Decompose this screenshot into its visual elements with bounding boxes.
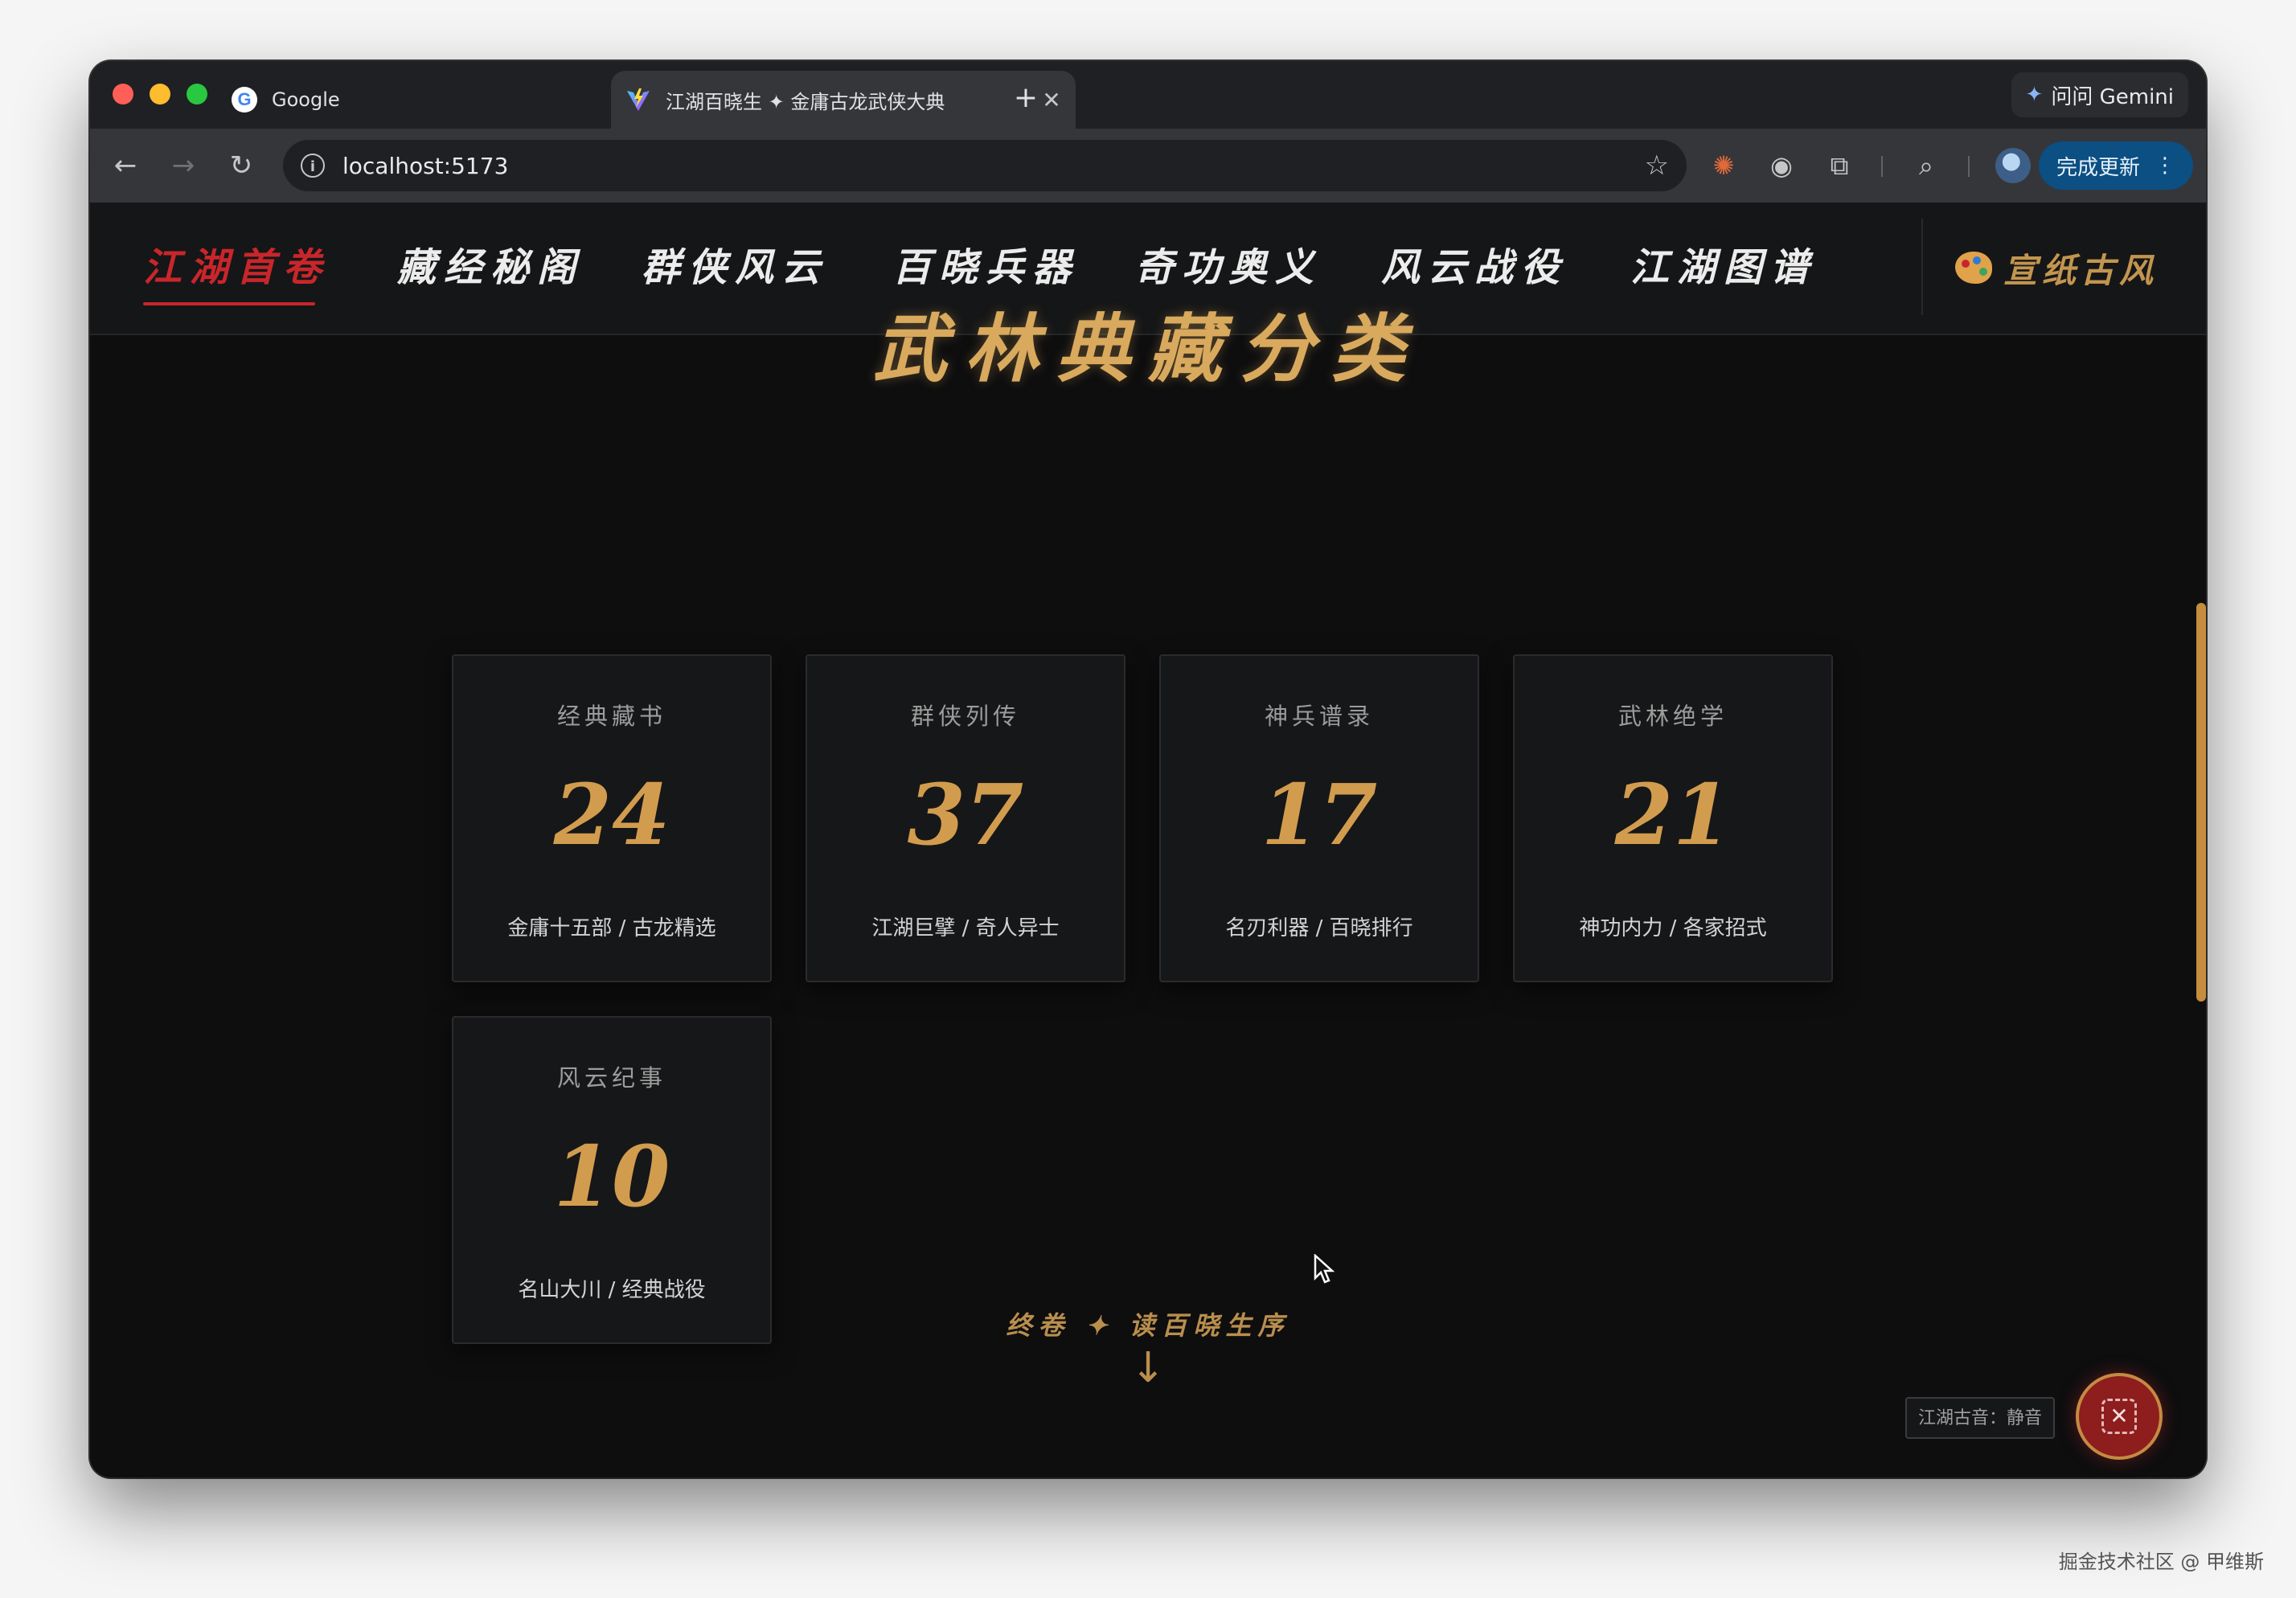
profile-avatar[interactable] (1995, 148, 2031, 183)
extension-badge-icon[interactable]: ◉ (1762, 146, 1801, 185)
gemini-button[interactable]: ✦ 问问 Gemini (2011, 72, 2188, 117)
read-preface-link[interactable]: 终卷 ✦ 读百晓生序 (90, 1305, 2206, 1342)
watermark-text: 掘金技术社区 @ 甲维斯 (2058, 1551, 2264, 1573)
site-info-icon[interactable]: i (301, 154, 325, 178)
tab-strip: G Google ✕ 江湖百晓生 ✦ 金庸古龙武侠大典 ✕ + ✦ 问问 Gem… (90, 61, 2206, 129)
nav-item-skills[interactable]: 奇功奥义 (1135, 240, 1322, 296)
extension-spark-icon[interactable]: ✺ (1704, 146, 1743, 185)
theme-label: 宣纸古风 (2003, 250, 2159, 290)
category-card[interactable]: 武林绝学 21 神功内力 / 各家招式 (1513, 654, 1833, 982)
section-title: 武林典藏分类 (872, 305, 1423, 392)
toolbar-separator (1968, 156, 1970, 177)
card-description: 江湖巨擘 / 奇人异士 (871, 916, 1060, 940)
music-status-label: 江湖古音：静音 (1905, 1397, 2055, 1439)
card-number: 24 (553, 765, 670, 864)
nav-item-home[interactable]: 江湖首卷 (143, 240, 330, 296)
theme-toggle-button[interactable]: 宣纸古风 (1955, 243, 2158, 293)
category-card[interactable]: 经典藏书 24 金庸十五部 / 古龙精选 (452, 654, 772, 982)
url-text[interactable]: localhost:5173 (342, 153, 1645, 179)
card-description: 名山大川 / 经典战役 (518, 1278, 706, 1302)
card-number: 10 (553, 1127, 670, 1226)
card-description: 神功内力 / 各家招式 (1579, 916, 1767, 940)
forward-arrow-icon[interactable]: → (162, 145, 204, 186)
maximize-window-button[interactable] (187, 84, 207, 104)
nav-item-library[interactable]: 藏经秘阁 (397, 240, 584, 296)
card-label: 风云纪事 (556, 1064, 666, 1092)
card-number: 17 (1261, 765, 1378, 864)
gemini-label: 问问 Gemini (2051, 84, 2174, 109)
category-card[interactable]: 风云纪事 10 名山大川 / 经典战役 (452, 1016, 772, 1344)
palette-icon (1955, 252, 1992, 284)
bookmark-star-icon[interactable]: ☆ (1645, 150, 1669, 182)
vite-icon (625, 87, 651, 113)
tab-title: Google (272, 88, 340, 111)
card-label: 武林绝学 (1617, 703, 1728, 730)
nav-item-battles[interactable]: 风云战役 (1381, 240, 1568, 296)
card-description: 名刃利器 / 百晓排行 (1225, 916, 1413, 940)
update-label: 完成更新 (2056, 155, 2140, 180)
mute-icon: ✕ (2101, 1399, 2137, 1434)
card-number: 21 (1614, 765, 1732, 864)
card-description: 金庸十五部 / 古龙精选 (507, 916, 716, 940)
card-label: 经典藏书 (556, 703, 666, 730)
update-button[interactable]: 完成更新 ⋮ (2038, 141, 2193, 190)
category-card[interactable]: 群侠列传 37 江湖巨擘 / 奇人异士 (806, 654, 1125, 982)
music-toggle-button[interactable]: ✕ (2079, 1376, 2159, 1457)
google-icon: G (232, 87, 257, 113)
new-tab-button[interactable]: + (1002, 74, 1050, 122)
reload-icon[interactable]: ↻ (220, 145, 262, 186)
page-scrollbar[interactable] (2196, 603, 2206, 1002)
card-number: 37 (907, 765, 1024, 864)
nav-item-atlas[interactable]: 江湖图谱 (1630, 240, 1817, 296)
nav-item-weapons[interactable]: 百晓兵器 (892, 240, 1079, 296)
back-arrow-icon[interactable]: ← (105, 145, 146, 186)
scroll-down-arrow-icon[interactable]: ↓ (90, 1344, 2206, 1392)
nav-item-heroes[interactable]: 群侠风云 (642, 240, 828, 296)
card-label: 神兵谱录 (1264, 703, 1374, 730)
browser-toolbar: ← → ↻ i localhost:5173 ☆ ✺ ◉ ⧉ ⌕ 完成更新 ⋮ (90, 129, 2206, 203)
toolbar-separator (1881, 156, 1883, 177)
cast-search-icon[interactable]: ⌕ (1907, 146, 1945, 185)
menu-dots-icon: ⋮ (2155, 154, 2175, 178)
gemini-icon: ✦ (2025, 83, 2044, 107)
browser-window: G Google ✕ 江湖百晓生 ✦ 金庸古龙武侠大典 ✕ + ✦ 问问 Gem… (90, 61, 2206, 1477)
address-bar[interactable]: i localhost:5173 ☆ (283, 140, 1687, 191)
category-card[interactable]: 神兵谱录 17 名刃利器 / 百晓排行 (1159, 654, 1479, 982)
page-content: 江湖首卷 藏经秘阁 群侠风云 百晓兵器 奇功奥义 风云战役 江湖图谱 宣纸古风 … (90, 203, 2206, 1477)
close-window-button[interactable] (113, 84, 133, 104)
minimize-window-button[interactable] (150, 84, 170, 104)
card-label: 群侠列传 (910, 703, 1020, 730)
extensions-puzzle-icon[interactable]: ⧉ (1820, 146, 1859, 185)
tab-title: 江湖百晓生 ✦ 金庸古龙武侠大典 (666, 90, 945, 113)
